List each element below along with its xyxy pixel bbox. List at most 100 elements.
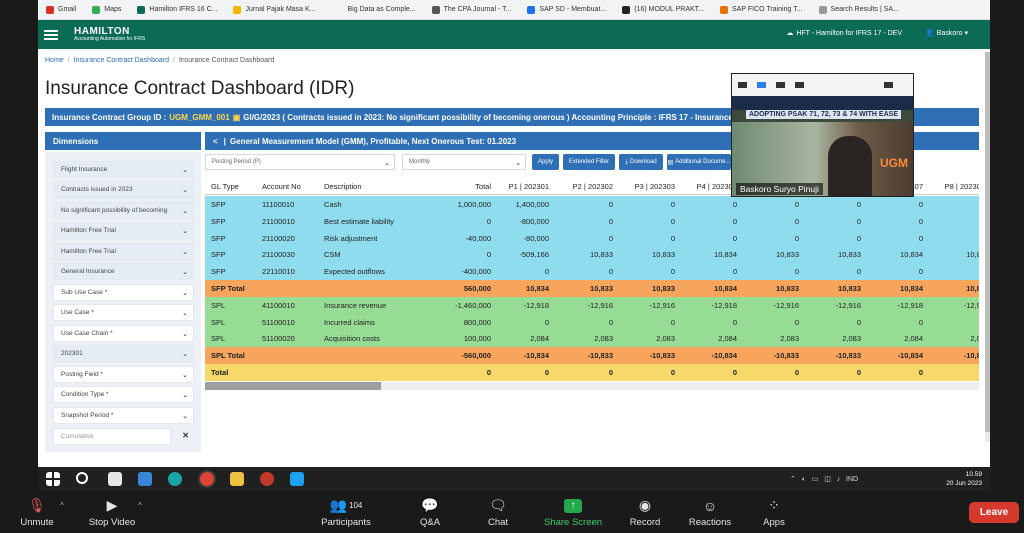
bookmark-jurnal-pajak[interactable]: Jurnal Pajak Masa K... [233,5,316,14]
apps-button[interactable]: ⁘ Apps [760,497,788,528]
share-screen-button[interactable]: ↑ Share Screen [543,497,603,528]
browser-screen: Gmail Maps Hamilton IFRS 16 C... Jurnal … [38,0,990,467]
download-button[interactable]: ⤓ Download [619,154,663,170]
frequency-select[interactable]: Monthly ⌄ [402,154,526,170]
participants-button[interactable]: 👥 104 Participants [318,497,374,528]
table-cell: -10,833 [649,351,675,361]
environment-selector[interactable]: ☁ HFT - Hamilton for IFRS 17 - DEV [786,29,902,38]
use-case-dropdown[interactable]: Use Case * ⌄ [53,304,194,321]
table-cell: SPL Total [211,351,245,361]
scrollbar-thumb[interactable] [985,52,990,432]
vertical-scrollbar[interactable] [985,52,990,442]
minimize-icon[interactable] [738,82,747,88]
cumulative-select[interactable]: Cumulative [53,428,171,445]
audio-options-caret[interactable]: ^ [60,501,64,510]
windows-start-icon[interactable] [46,472,60,486]
bookmark-gmail[interactable]: Gmail [46,5,76,14]
gallery-view-icon[interactable] [795,82,804,88]
app-icon[interactable] [260,472,274,486]
folder-icon[interactable] [230,472,244,486]
chrome-icon[interactable] [200,472,214,486]
search-icon[interactable] [76,472,88,484]
period-dropdown[interactable]: 202301 ⌄ [53,345,194,362]
bookmark-modul[interactable]: (16) MODUL PRAKT... [622,5,704,14]
table-cell: SFP Total [211,284,245,293]
bookmark-hamilton[interactable]: Hamilton IFRS 16 C... [137,5,217,14]
app-icon[interactable] [138,472,152,486]
dimension-dropdown[interactable]: Hamilton Free Trial ⌄ [53,222,194,239]
chat-button[interactable]: 🗨 Chat [483,497,513,528]
back-button[interactable]: < [213,137,218,146]
use-case-chain-dropdown[interactable]: Use Case Chain * ⌄ [53,325,194,342]
table-cell: 21100020 [262,233,295,243]
video-options-caret[interactable]: ^ [138,501,142,510]
bookmark-sap-sd[interactable]: SAP SD - Membuat... [527,5,606,14]
horizontal-scrollbar[interactable] [205,382,979,390]
participants-icon: 👥 104 [329,497,363,513]
hamilton-logo[interactable]: HAMILTON Accounting Automation for IFRS [74,27,145,42]
table-cell: -12,918 [523,300,549,310]
dimension-dropdown[interactable]: Hamilton Free Trial ⌄ [53,243,194,260]
table-cell: 1,000,000 [457,200,491,209]
fullscreen-icon[interactable] [884,82,893,88]
user-menu[interactable]: 👤 Baskoro ▾ [925,29,968,38]
table-cell: 2,083 [656,334,675,344]
additional-documents-button[interactable]: ▤ Additional Docume... [667,154,731,170]
condition-type-dropdown[interactable]: Condition Type * ⌄ [53,386,194,403]
dimension-dropdown[interactable]: General Insurance ⌄ [53,263,194,280]
dimension-dropdown[interactable]: No significant possibility of becoming ⌄ [53,202,194,219]
dimension-dropdown[interactable]: Flight Insurance ⌄ [53,161,194,178]
scrollbar-thumb[interactable] [205,382,381,390]
unmute-button[interactable]: 🎙 Unmute [16,497,58,528]
dimension-dropdown[interactable]: Contracts issued in 2023 ⌄ [53,181,194,198]
table-cell: SFP [211,216,226,226]
table-cell: 0 [794,216,799,226]
leave-button[interactable]: Leave [969,502,1019,523]
extended-filter-button[interactable]: Extended Filter [563,154,615,170]
breadcrumb-home[interactable]: Home [45,57,64,64]
posting-field-dropdown[interactable]: Posting Field * ⌄ [53,366,194,383]
bookmark-big-data[interactable]: Big Data as Comple... [348,6,416,13]
bookmark-sap-fico[interactable]: SAP FICO Training T... [720,5,803,14]
apply-button[interactable]: Apply [532,154,559,170]
qa-button[interactable]: 💬 Q&A [414,497,446,528]
table-cell: 0 [929,267,979,276]
stop-video-button[interactable]: ▶ Stop Video [86,497,138,528]
menu-icon[interactable] [44,28,58,42]
strip-view-icon[interactable] [776,82,785,88]
bookmark-search-results[interactable]: Search Results | SA... [818,5,899,14]
sub-use-case-dropdown[interactable]: Sub Use Case * ⌄ [53,284,194,301]
table-cell: 51100010 [262,317,295,327]
system-tray-icons[interactable]: ⌃ ◐ ▭ ◫ ♪ IND [790,475,858,483]
table-row: SPL 41100010 Insurance revenue -1,460,000 -1… [205,296,979,314]
table-cell: -1,460,000 [455,300,491,310]
file-manager-icon[interactable] [108,472,122,486]
document-icon: ▤ [667,159,674,166]
bookmark-cpa-journal[interactable]: The CPA Journal - T... [431,5,511,14]
app-icon[interactable] [290,472,304,486]
snapshot-period-dropdown[interactable]: Snapshot Period * ⌄ [53,407,194,424]
table-cell: 2,084 [718,334,737,344]
posting-period-select[interactable]: Posting Period (P) ⌄ [205,154,395,170]
speaker-view-icon[interactable] [757,82,766,88]
table-cell: 10,833 [652,250,675,260]
table-cell: 0 [856,233,861,243]
table-cell: P1 | 202301 [508,182,549,191]
apps-icon: ⁘ [768,497,780,513]
table-cell: 51100020 [262,334,295,344]
record-button[interactable]: ◉ Record [626,497,664,528]
breadcrumb-dashboard[interactable]: Insurance Contract Dashboard [74,57,169,64]
clear-button[interactable]: ✕ [173,428,194,445]
clock[interactable]: 10.59 20 Jun 2023 [946,470,982,488]
table-cell: 0 [670,233,675,243]
bookmark-maps[interactable]: Maps [92,5,121,14]
chevron-down-icon: ⌄ [182,372,188,379]
participant-video-tile[interactable]: ADOPTING PSAK 71, 72, 73 & 74 WITH EASE … [731,73,914,197]
copy-icon[interactable]: ▣ [233,113,241,122]
reactions-button[interactable]: ☺ Reactions [687,497,733,529]
table-cell: SPL [211,317,226,327]
table-cell: 0 [929,217,979,226]
table-row: SPL 51100010 Incurred claims 800,000 0 0 0 0 0 0 0… [205,313,979,331]
group-code[interactable]: UGM_GMM_001 [169,113,229,122]
edge-icon[interactable] [168,472,182,486]
